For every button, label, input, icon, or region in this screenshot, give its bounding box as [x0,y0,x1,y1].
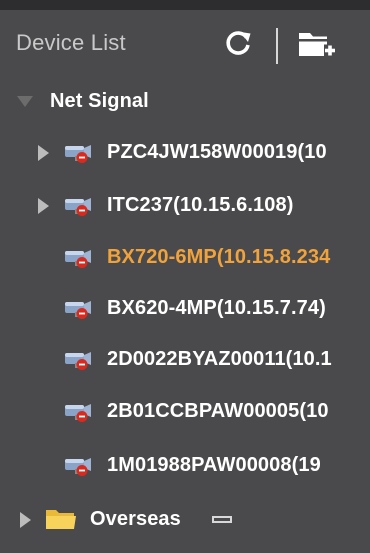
device-list-title: Device List [16,30,126,55]
chevron-right-icon[interactable] [38,198,49,214]
device-row-selected[interactable]: BX720-6MP(10.15.8.234 [0,232,370,282]
tree-folder-overseas[interactable]: Overseas [0,494,370,544]
top-strip [0,0,370,10]
device-list-panel: Device List Net Signal PZC4JW158W00019(1… [0,0,370,553]
header-divider [276,28,278,64]
camera-offline-icon [65,198,91,216]
chevron-right-icon[interactable] [20,512,31,528]
chevron-down-icon[interactable] [17,96,33,107]
device-row[interactable]: ITC237(10.15.6.108) [0,180,370,230]
camera-offline-icon [65,145,91,163]
camera-offline-icon [65,352,91,370]
folder-add-icon [299,33,336,57]
camera-offline-icon [65,404,91,422]
camera-offline-icon [65,301,91,319]
minus-icon[interactable] [212,516,232,523]
device-list-header: Device List [0,10,370,76]
tree-group-net-signal[interactable]: Net Signal [0,76,370,126]
device-row[interactable]: 2D0022BYAZ00011(10.1 [0,334,370,384]
add-folder-button[interactable] [297,27,337,61]
device-label: 2B01CCBPAW00005(10 [107,400,329,422]
device-label: BX720-6MP(10.15.8.234 [107,246,331,268]
camera-offline-icon [65,250,91,268]
folder-icon [46,510,76,529]
camera-offline-icon [65,458,91,476]
device-row[interactable]: 1M01988PAW00008(19 [0,440,370,490]
device-row[interactable]: BX620-4MP(10.15.7.74) [0,283,370,333]
device-label: ITC237(10.15.6.108) [107,194,294,216]
device-label: 2D0022BYAZ00011(10.1 [107,348,332,370]
device-label: BX620-4MP(10.15.7.74) [107,297,326,319]
chevron-right-icon[interactable] [38,145,49,161]
device-row[interactable]: 2B01CCBPAW00005(10 [0,386,370,436]
refresh-icon [226,31,251,55]
folder-label: Overseas [90,508,181,530]
device-label: PZC4JW158W00019(10 [107,141,327,163]
device-row[interactable]: PZC4JW158W00019(10 [0,127,370,177]
group-label: Net Signal [50,90,149,112]
device-label: 1M01988PAW00008(19 [107,454,321,476]
refresh-button[interactable] [222,28,254,60]
